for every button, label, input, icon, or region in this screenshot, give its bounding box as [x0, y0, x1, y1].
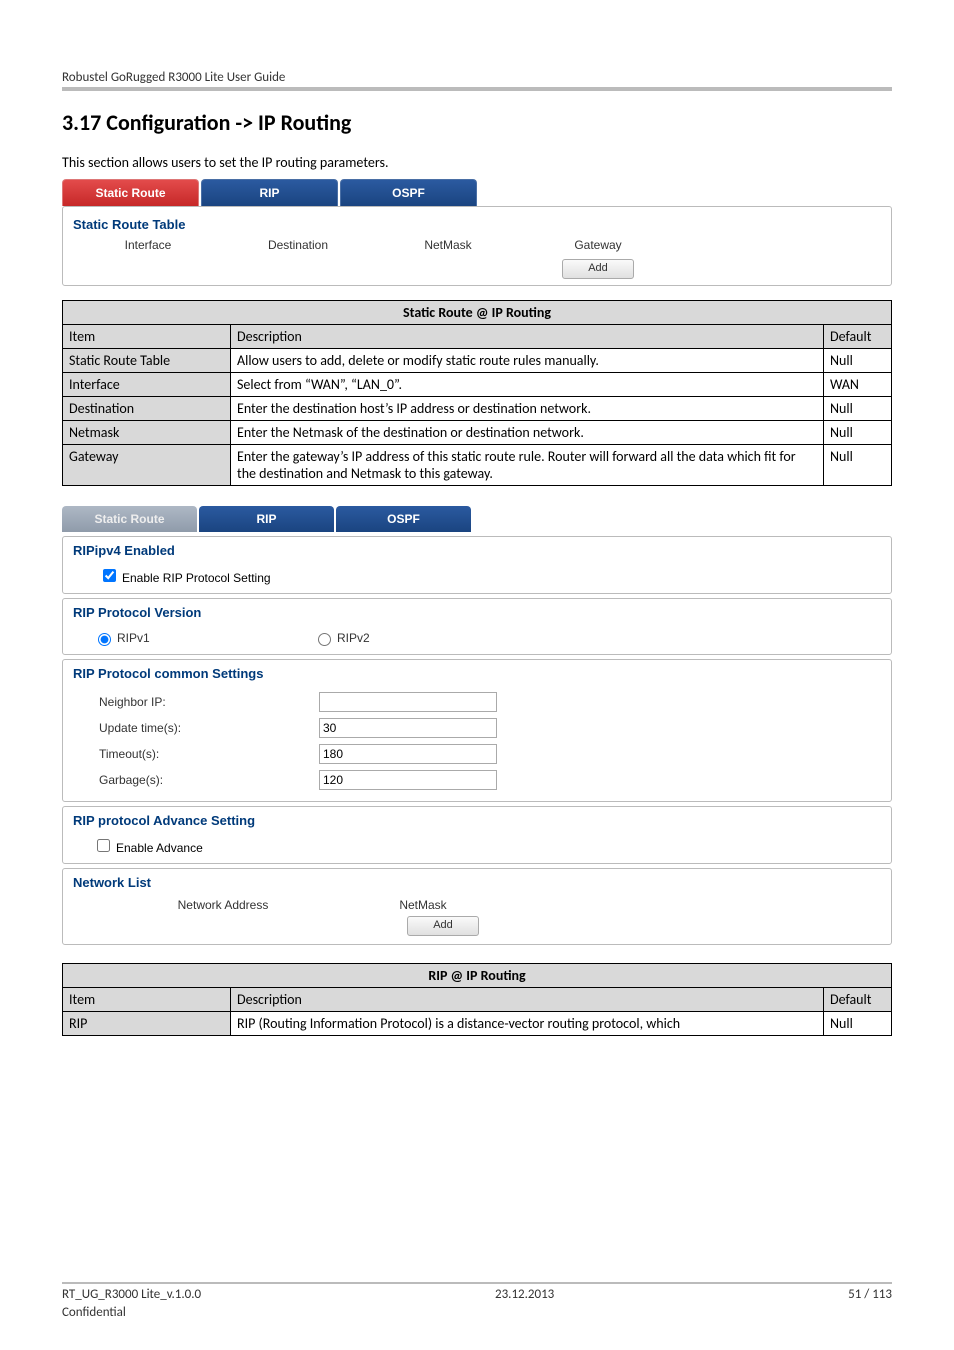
td-def: WAN [824, 373, 892, 397]
tab-static-route[interactable]: Static Route [62, 506, 197, 532]
td-desc: Enter the gateway’s IP address of this s… [231, 445, 824, 486]
rip-advance-title: RIP protocol Advance Setting [63, 807, 891, 834]
td-item: Gateway [63, 445, 231, 486]
static-route-table-title: Static Route Table [73, 213, 881, 236]
garbage-input[interactable] [319, 770, 497, 790]
page-header: Robustel GoRugged R3000 Lite User Guide [62, 70, 892, 91]
td-item: RIP [63, 1012, 231, 1036]
enable-advance-checkbox[interactable] [97, 839, 110, 852]
td-desc: Allow users to add, delete or modify sta… [231, 349, 824, 373]
add-button[interactable]: Add [562, 259, 634, 279]
netlist-add-button[interactable]: Add [407, 916, 479, 936]
col-gateway: Gateway [523, 238, 673, 252]
ripv2-radio[interactable] [318, 633, 331, 646]
rip-version-title: RIP Protocol Version [63, 599, 891, 626]
th-description: Description [231, 325, 824, 349]
footer-left: RT_UG_R3000 Lite_v.1.0.0 [62, 1287, 201, 1302]
neighbor-ip-label: Neighbor IP: [99, 695, 319, 709]
col-network-address: Network Address [123, 898, 323, 912]
footer-right: 51 / 113 [848, 1287, 892, 1302]
th-item: Item [63, 325, 231, 349]
enable-rip-checkbox[interactable] [103, 569, 116, 582]
ripv1-text: RIPv1 [117, 631, 150, 645]
td-item: Static Route Table [63, 349, 231, 373]
neighbor-ip-input[interactable] [319, 692, 497, 712]
rip-desc-table: RIP @ IP Routing Item Description Defaul… [62, 963, 892, 1036]
tab-ospf[interactable]: OSPF [336, 506, 471, 532]
ripv4-enabled-title: RIPipv4 Enabled [63, 537, 891, 564]
td-def: Null [824, 445, 892, 486]
th-description: Description [231, 988, 824, 1012]
static-route-screenshot: Static Route RIP OSPF Static Route Table… [62, 179, 892, 286]
col-netmask: NetMask [323, 898, 523, 912]
enable-rip-text: Enable RIP Protocol Setting [122, 571, 271, 585]
footer-center: 23.12.2013 [495, 1287, 554, 1302]
th-default: Default [824, 988, 892, 1012]
td-def: Null [824, 397, 892, 421]
network-list-title: Network List [63, 869, 891, 896]
td-def: Null [824, 421, 892, 445]
garbage-label: Garbage(s): [99, 773, 319, 787]
section-heading: 3.17 Configuration -> IP Routing [62, 109, 892, 136]
ripv1-radio-label[interactable]: RIPv1 [93, 630, 313, 646]
ripv2-text: RIPv2 [337, 631, 370, 645]
td-def: Null [824, 349, 892, 373]
tab-rip[interactable]: RIP [199, 506, 334, 532]
th-default: Default [824, 325, 892, 349]
td-item: Interface [63, 373, 231, 397]
enable-rip-checkbox-label[interactable]: Enable RIP Protocol Setting [99, 571, 271, 585]
table-caption: Static Route @ IP Routing [63, 301, 892, 325]
static-route-desc-table: Static Route @ IP Routing Item Descripti… [62, 300, 892, 486]
intro-text: This section allows users to set the IP … [62, 154, 892, 171]
th-item: Item [63, 988, 231, 1012]
td-desc: RIP (Routing Information Protocol) is a … [231, 1012, 824, 1036]
td-def: Null [824, 1012, 892, 1036]
td-item: Netmask [63, 421, 231, 445]
update-time-input[interactable] [319, 718, 497, 738]
page-footer: RT_UG_R3000 Lite_v.1.0.0 23.12.2013 51 /… [62, 1282, 892, 1302]
td-desc: Enter the destination host’s IP address … [231, 397, 824, 421]
ripv1-radio[interactable] [98, 633, 111, 646]
rip-common-title: RIP Protocol common Settings [63, 660, 891, 687]
enable-advance-label[interactable]: Enable Advance [93, 841, 203, 855]
td-item: Destination [63, 397, 231, 421]
table-caption: RIP @ IP Routing [63, 964, 892, 988]
update-time-label: Update time(s): [99, 721, 319, 735]
tab-ospf[interactable]: OSPF [340, 179, 477, 206]
footer-confidential: Confidential [62, 1305, 126, 1320]
timeout-input[interactable] [319, 744, 497, 764]
tab-static-route[interactable]: Static Route [62, 179, 199, 206]
td-desc: Select from “WAN”, “LAN_0”. [231, 373, 824, 397]
rip-screenshot: Static Route RIP OSPF RIPipv4 Enabled En… [62, 506, 892, 945]
col-interface: Interface [73, 238, 223, 252]
ripv2-radio-label[interactable]: RIPv2 [313, 630, 533, 646]
col-destination: Destination [223, 238, 373, 252]
enable-advance-text: Enable Advance [116, 841, 203, 855]
tab-rip[interactable]: RIP [201, 179, 338, 206]
col-netmask: NetMask [373, 238, 523, 252]
td-desc: Enter the Netmask of the destination or … [231, 421, 824, 445]
timeout-label: Timeout(s): [99, 747, 319, 761]
